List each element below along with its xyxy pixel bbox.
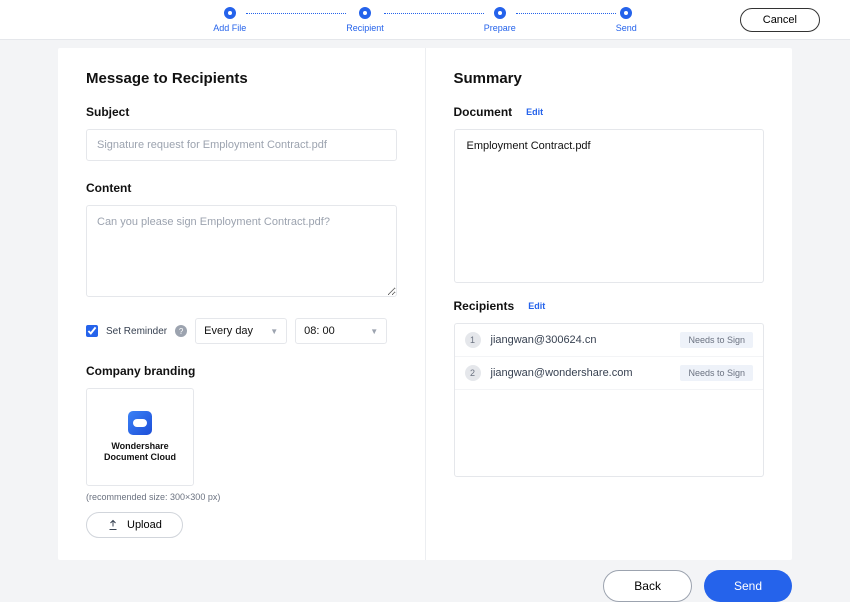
step-add-file[interactable]: Add File: [213, 7, 246, 33]
time-value: 08: 00: [304, 325, 335, 337]
recipients-label: Recipients: [454, 299, 515, 313]
recipient-number-badge: 2: [465, 365, 481, 381]
summary-panel: Summary Document Edit Employment Contrac…: [426, 48, 793, 560]
recipient-status-badge: Needs to Sign: [680, 332, 753, 348]
reminder-label: Set Reminder: [106, 326, 167, 337]
content-textarea[interactable]: [86, 205, 397, 297]
branding-label: Company branding: [86, 364, 397, 378]
chevron-down-icon: ▼: [270, 327, 278, 336]
reminder-checkbox[interactable]: [86, 325, 98, 337]
document-box: Employment Contract.pdf: [454, 129, 765, 283]
recipient-number-badge: 1: [465, 332, 481, 348]
help-icon[interactable]: ?: [175, 325, 187, 337]
step-recipient[interactable]: Recipient: [346, 7, 384, 33]
message-title: Message to Recipients: [86, 70, 397, 87]
subject-input[interactable]: [86, 129, 397, 161]
recipient-row: 1 jiangwan@300624.cn Needs to Sign: [455, 324, 764, 357]
step-connector: [516, 13, 616, 14]
subject-label: Subject: [86, 105, 397, 119]
step-circle-icon: [494, 7, 506, 19]
recommended-size-text: (recommended size: 300×300 px): [86, 492, 397, 502]
recipient-email: jiangwan@wondershare.com: [491, 367, 671, 379]
step-prepare[interactable]: Prepare: [484, 7, 516, 33]
progress-stepper: Add File Recipient Prepare Send: [213, 7, 637, 33]
footer-actions: Back Send: [58, 570, 792, 602]
main-card: Message to Recipients Subject Content Se…: [58, 48, 792, 560]
frequency-value: Every day: [204, 325, 253, 337]
edit-recipients-link[interactable]: Edit: [528, 301, 545, 311]
content-label: Content: [86, 181, 397, 195]
document-label: Document: [454, 105, 513, 119]
summary-title: Summary: [454, 70, 765, 87]
top-bar: Add File Recipient Prepare Send Cancel: [0, 0, 850, 40]
message-panel: Message to Recipients Subject Content Se…: [58, 48, 426, 560]
frequency-select[interactable]: Every day ▼: [195, 318, 287, 344]
cloud-icon: [128, 411, 152, 435]
branding-preview: WondershareDocument Cloud: [86, 388, 194, 486]
step-connector: [384, 13, 484, 14]
upload-button-label: Upload: [127, 519, 162, 531]
recipient-email: jiangwan@300624.cn: [491, 334, 671, 346]
step-connector: [246, 13, 346, 14]
back-button[interactable]: Back: [603, 570, 692, 602]
edit-document-link[interactable]: Edit: [526, 107, 543, 117]
step-circle-icon: [224, 7, 236, 19]
step-circle-icon: [359, 7, 371, 19]
chevron-down-icon: ▼: [370, 327, 378, 336]
send-button[interactable]: Send: [704, 570, 792, 602]
cancel-button[interactable]: Cancel: [740, 8, 820, 32]
recipient-status-badge: Needs to Sign: [680, 365, 753, 381]
upload-icon: [107, 519, 119, 531]
step-circle-icon: [620, 7, 632, 19]
step-send[interactable]: Send: [616, 7, 637, 33]
recipient-row: 2 jiangwan@wondershare.com Needs to Sign: [455, 357, 764, 390]
upload-button[interactable]: Upload: [86, 512, 183, 538]
reminder-row: Set Reminder ? Every day ▼ 08: 00 ▼: [86, 318, 397, 344]
time-select[interactable]: 08: 00 ▼: [295, 318, 387, 344]
branding-name: WondershareDocument Cloud: [104, 441, 176, 463]
recipients-box: 1 jiangwan@300624.cn Needs to Sign 2 jia…: [454, 323, 765, 477]
document-name: Employment Contract.pdf: [467, 140, 752, 152]
